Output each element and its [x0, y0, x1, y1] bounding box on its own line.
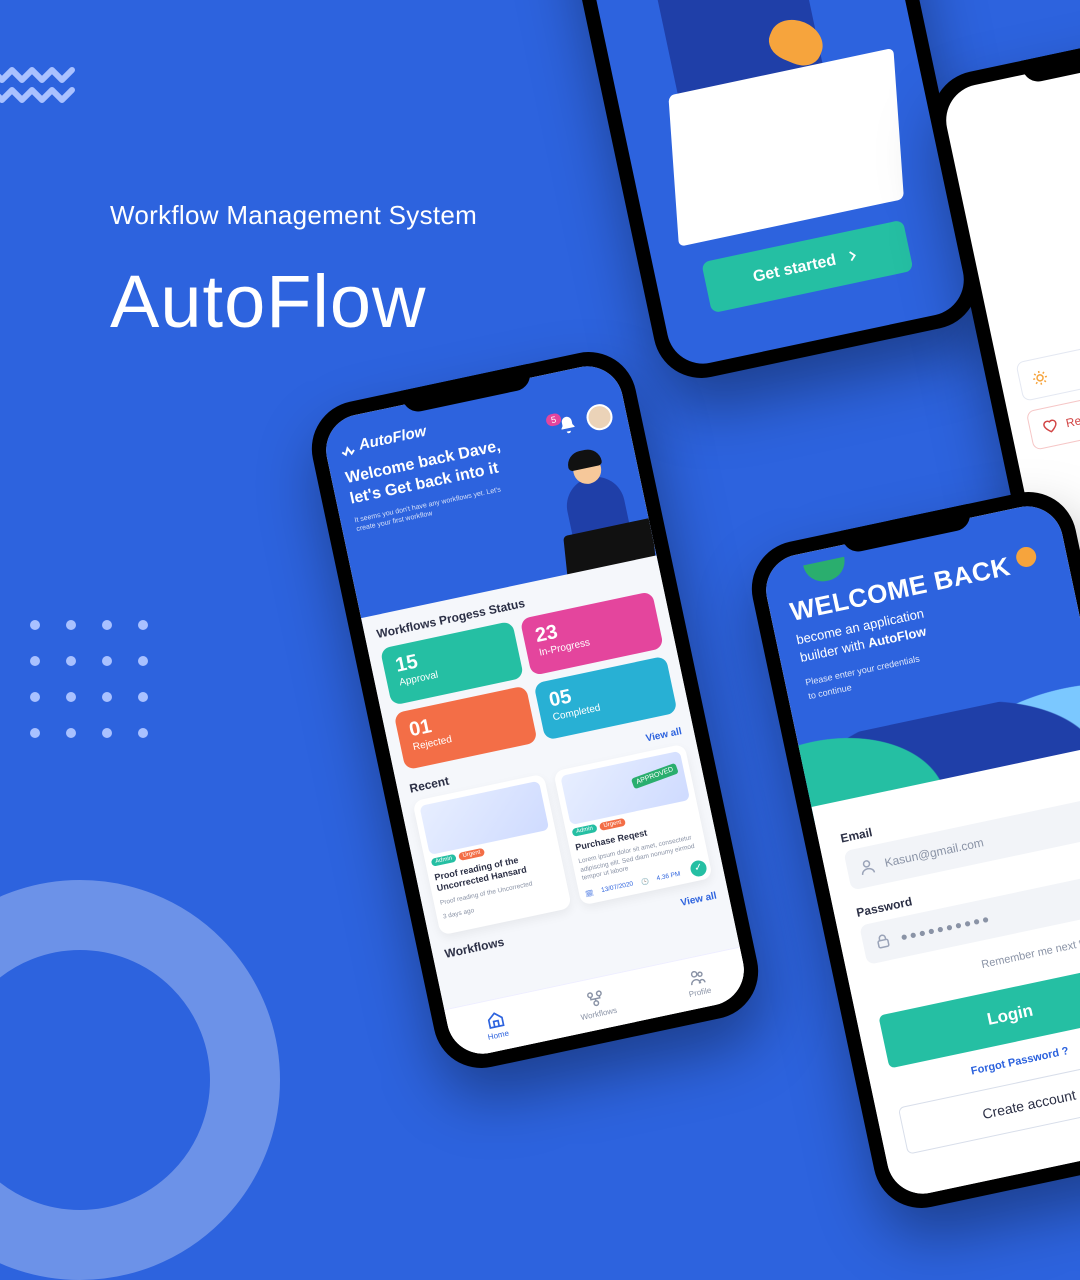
- heart-break-icon: [1041, 417, 1060, 436]
- reject-label: Reject: [1065, 410, 1080, 431]
- notifications-button[interactable]: 5: [556, 413, 580, 437]
- lock-icon: [873, 932, 892, 951]
- hero-subtitle: Workflow Management System: [110, 200, 477, 231]
- nav-profile[interactable]: Profile: [684, 966, 712, 999]
- remember-label: Remember me next time: [980, 934, 1080, 971]
- recent-card-2[interactable]: APPROVED Admin Urgent Purchase Reqest Lo…: [553, 744, 712, 905]
- hero-heading: Workflow Management System AutoFlow: [110, 200, 477, 344]
- logo-icon: [338, 438, 357, 457]
- workflows-viewall-link[interactable]: View all: [680, 890, 718, 908]
- phone-dashboard: AutoFlow Welcome back Dave, let's Get ba…: [303, 343, 767, 1077]
- clock-icon: 🕓: [640, 877, 650, 887]
- decor-wave: [0, 60, 76, 104]
- avatar[interactable]: [584, 402, 615, 433]
- get-started-label: Get started: [751, 252, 837, 287]
- recent-viewall-link[interactable]: View all: [645, 726, 683, 744]
- sun-icon: [1031, 368, 1050, 387]
- user-icon: [858, 857, 877, 876]
- chevron-right-icon: [844, 247, 863, 266]
- hero-title: AutoFlow: [110, 259, 477, 344]
- login-header: WELCOME BACK become an application build…: [760, 500, 1080, 788]
- outline-button-1[interactable]: [1015, 307, 1080, 401]
- approved-stamp: APPROVED: [631, 763, 679, 789]
- password-value: ●●●●●●●●●●: [899, 911, 992, 944]
- decor-dots: [30, 620, 152, 742]
- phone-login: WELCOME BACK become an application build…: [743, 483, 1080, 1217]
- calendar-icon: 🗓: [585, 888, 595, 898]
- nav-home[interactable]: Home: [483, 1009, 510, 1042]
- decor-ring: [0, 880, 280, 1280]
- section-workflows-title: Workflows: [443, 934, 505, 960]
- section-recent-title: Recent: [408, 774, 450, 796]
- email-value: Kasun@gmail.com: [883, 835, 985, 870]
- onboard-illustration: [540, 0, 971, 370]
- nav-workflows[interactable]: Workflows: [576, 986, 618, 1022]
- phone-onboarding: Get started: [523, 0, 987, 387]
- recent-card-1[interactable]: Admin Urgent Proof reading of the Uncorr…: [412, 774, 571, 935]
